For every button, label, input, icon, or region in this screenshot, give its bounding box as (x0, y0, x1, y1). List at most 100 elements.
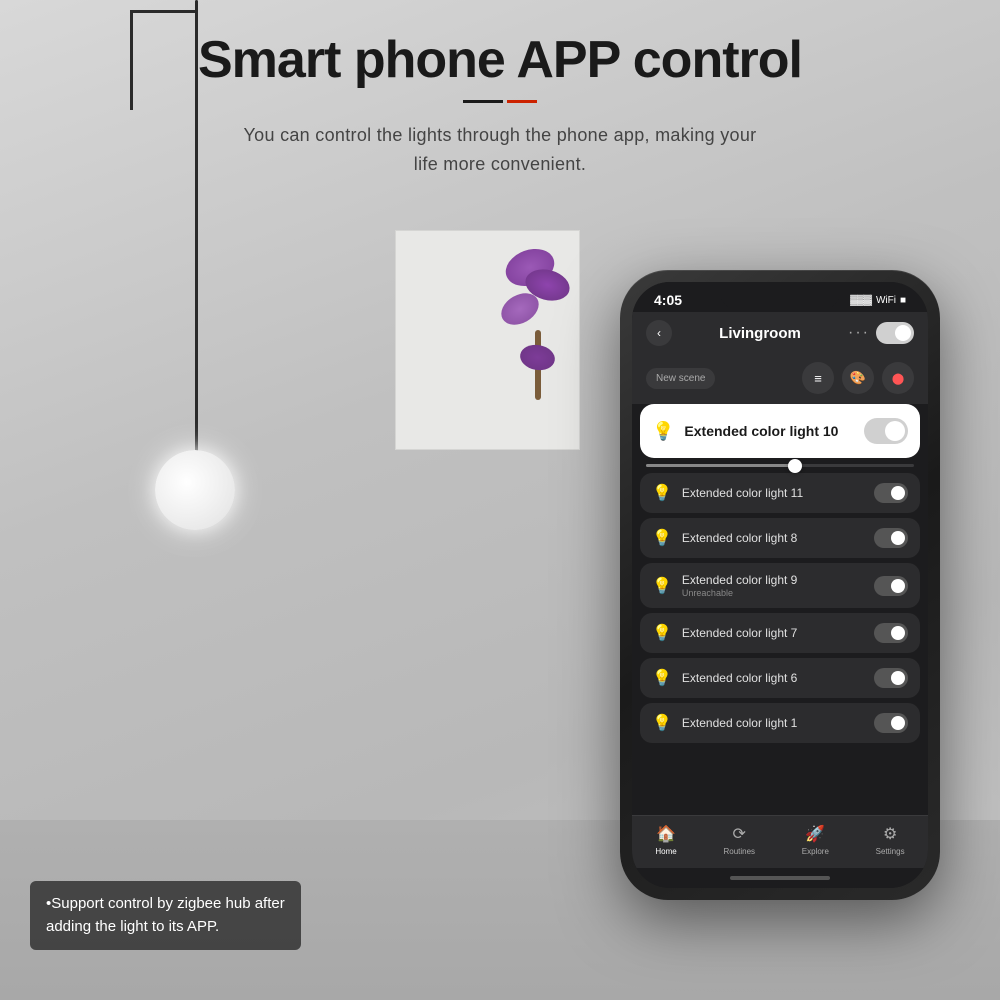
device-name: Extended color light 8 (682, 531, 797, 545)
header-toggle[interactable] (876, 322, 914, 344)
back-icon: ‹ (657, 326, 661, 340)
battery-icon: ■ (900, 295, 906, 306)
status-time: 4:05 (654, 292, 682, 308)
header-right: ··· (848, 322, 914, 344)
device-info: Extended color light 1 (682, 716, 797, 730)
device-toggle[interactable] (874, 528, 908, 548)
title-area: Smart phone APP control You can control … (0, 30, 1000, 179)
bulb-icon: 💡 (652, 623, 672, 643)
subtitle-line2: life more convenient. (414, 154, 586, 174)
bulb-icon: 💡 (652, 483, 672, 503)
nav-explore[interactable]: 🚀 Explore (802, 824, 829, 856)
subtitle: You can control the lights through the p… (0, 121, 1000, 179)
app-header: ‹ Livingroom ··· (632, 312, 928, 354)
bottom-navigation: 🏠 Home ⟳ Routines 🚀 Explore ⚙ Settings (632, 815, 928, 868)
lamp-bulb (155, 450, 235, 530)
device-toggle[interactable] (874, 576, 908, 596)
lamp-arm (130, 10, 198, 13)
nav-settings[interactable]: ⚙ Settings (876, 824, 905, 856)
device-item[interactable]: 💡 Extended color light 8 (640, 518, 920, 558)
device-toggle[interactable] (874, 713, 908, 733)
explore-icon: 🚀 (805, 824, 825, 844)
app-screen: 4:05 ▓▓▓ WiFi ■ ‹ Livingroom ··· (632, 282, 928, 888)
toolbar-icons: ≡ 🎨 ⬤ (802, 362, 914, 394)
nav-routines-label: Routines (723, 847, 755, 856)
device-list: 💡 Extended color light 11 💡 (640, 473, 920, 743)
device-info: Extended color light 8 (682, 531, 797, 545)
device-item[interactable]: 💡 Extended color light 6 (640, 658, 920, 698)
device-left: 💡 Extended color light 11 (652, 483, 803, 503)
featured-toggle[interactable] (864, 418, 908, 444)
featured-device-name: Extended color light 10 (684, 423, 838, 439)
page-title: Smart phone APP control (0, 30, 1000, 90)
nav-routines[interactable]: ⟳ Routines (723, 824, 755, 856)
featured-bulb-icon: 💡 (652, 421, 674, 442)
app-content: 💡 Extended color light 10 (632, 404, 928, 815)
routines-icon: ⟳ (733, 824, 746, 844)
device-name: Extended color light 9 (682, 573, 797, 587)
signal-icon: ▓▓▓ (850, 295, 872, 306)
palette-icon: 🎨 (850, 370, 866, 386)
support-line1: •Support control by zigbee hub after (46, 895, 285, 912)
nav-explore-label: Explore (802, 847, 829, 856)
settings-icon: ⚙ (883, 824, 897, 844)
device-left: 💡 Extended color light 7 (652, 623, 797, 643)
slider-thumb[interactable] (788, 459, 802, 473)
device-name: Extended color light 1 (682, 716, 797, 730)
nav-settings-label: Settings (876, 847, 905, 856)
phone-notch (720, 282, 840, 310)
device-name: Extended color light 7 (682, 626, 797, 640)
subtitle-line1: You can control the lights through the p… (244, 125, 757, 145)
nav-home[interactable]: 🏠 Home (655, 824, 676, 856)
title-underline (0, 100, 1000, 103)
device-info: Extended color light 6 (682, 671, 797, 685)
device-status: Unreachable (682, 588, 797, 598)
device-name: Extended color light 6 (682, 671, 797, 685)
device-toggle[interactable] (874, 668, 908, 688)
plant-decoration (495, 240, 585, 400)
color-button[interactable]: ⬤ (882, 362, 914, 394)
nav-home-label: Home (655, 847, 676, 856)
color-wheel-icon: ⬤ (892, 372, 904, 385)
device-item[interactable]: 💡 Extended color light 11 (640, 473, 920, 513)
wifi-icon: WiFi (876, 295, 896, 306)
device-item[interactable]: 💡 Extended color light 7 (640, 613, 920, 653)
home-icon: 🏠 (656, 824, 676, 844)
device-item[interactable]: 💡 Extended color light 1 (640, 703, 920, 743)
featured-device-card[interactable]: 💡 Extended color light 10 (640, 404, 920, 458)
slider-fill (646, 464, 793, 467)
room-title: Livingroom (719, 325, 801, 342)
new-scene-button[interactable]: New scene (646, 368, 715, 389)
list-view-button[interactable]: ≡ (802, 362, 834, 394)
plant-leaf-4 (518, 342, 557, 373)
underline-red (507, 100, 537, 103)
bulb-icon: 💡 (652, 528, 672, 548)
bulb-icon: 💡 (652, 576, 672, 596)
back-button[interactable]: ‹ (646, 320, 672, 346)
device-left: 💡 Extended color light 1 (652, 713, 797, 733)
device-name: Extended color light 11 (682, 486, 803, 500)
device-toggle[interactable] (874, 623, 908, 643)
device-info: Extended color light 7 (682, 626, 797, 640)
phone-wrapper: 4:05 ▓▓▓ WiFi ■ ‹ Livingroom ··· (620, 270, 940, 900)
home-bar (730, 876, 830, 880)
phone-screen: 4:05 ▓▓▓ WiFi ■ ‹ Livingroom ··· (632, 282, 928, 888)
device-toggle[interactable] (874, 483, 908, 503)
home-indicator (632, 868, 928, 888)
device-left: 💡 Extended color light 9 Unreachable (652, 573, 797, 598)
device-left: 💡 Extended color light 6 (652, 668, 797, 688)
dots-menu[interactable]: ··· (848, 324, 870, 342)
device-left: 💡 Extended color light 8 (652, 528, 797, 548)
bulb-icon: 💡 (652, 713, 672, 733)
support-line2: adding the light to its APP. (46, 918, 219, 935)
bulb-icon: 💡 (652, 668, 672, 688)
device-item[interactable]: 💡 Extended color light 9 Unreachable (640, 563, 920, 608)
brightness-slider-track[interactable] (646, 464, 914, 467)
underline-black (463, 100, 503, 103)
device-info: Extended color light 9 Unreachable (682, 573, 797, 598)
status-icons: ▓▓▓ WiFi ■ (850, 295, 906, 306)
phone-outer: 4:05 ▓▓▓ WiFi ■ ‹ Livingroom ··· (620, 270, 940, 900)
palette-button[interactable]: 🎨 (842, 362, 874, 394)
device-info: Extended color light 11 (682, 486, 803, 500)
featured-left: 💡 Extended color light 10 (652, 421, 838, 442)
